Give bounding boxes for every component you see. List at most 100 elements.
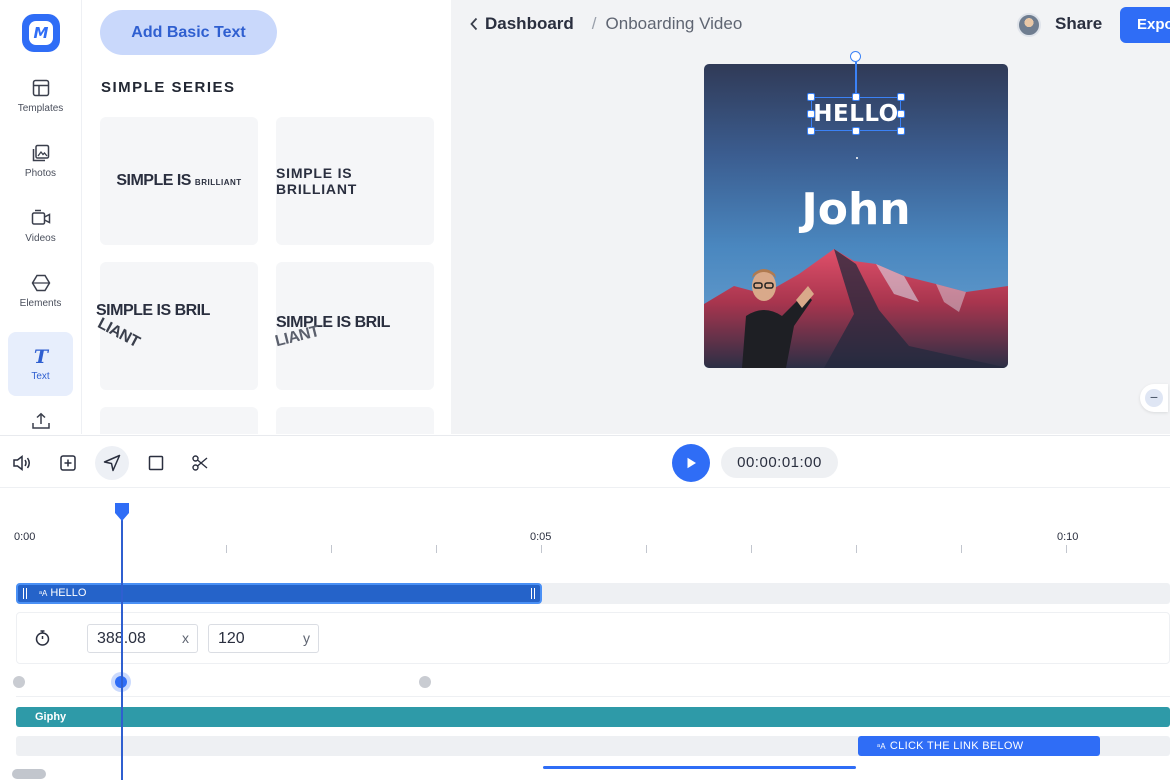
timeline: 0:00 0:05 0:10 ᵃAHELLO 388.08 x 120 y Gi… (0, 489, 1170, 780)
selected-text-box[interactable]: HELLO (807, 93, 905, 135)
avatar[interactable] (1017, 13, 1041, 37)
clip-trim-handle-left[interactable] (23, 588, 27, 599)
tick-mark (1066, 545, 1067, 553)
add-box-icon (60, 455, 76, 471)
rotate-handle[interactable] (850, 51, 861, 62)
headline-text[interactable]: John (704, 184, 1008, 235)
sidebar-item-label: Videos (25, 233, 56, 244)
sidebar-item-label: Photos (24, 168, 57, 179)
sidebar-item-photos[interactable]: Photos (8, 129, 73, 193)
timecode-display: 00:00:01:00 (721, 447, 838, 478)
resize-handle[interactable] (807, 127, 815, 135)
breadcrumb: Dashboard / Onboarding Video (469, 14, 742, 34)
text-clip-icon: ᵃA (39, 589, 48, 598)
sidebar-item-text[interactable]: T Text (8, 332, 73, 396)
clip-label: CLICK THE LINK BELOW (889, 740, 1024, 752)
rotation-line (855, 62, 857, 97)
x-position-input[interactable]: 388.08 x (87, 624, 198, 653)
tick-mark (856, 545, 857, 553)
crop-button[interactable] (141, 448, 171, 478)
tick-mark (646, 545, 647, 553)
upload-icon (31, 412, 51, 430)
chevron-left-icon[interactable] (469, 17, 479, 31)
videos-icon (31, 208, 51, 228)
canvas-dot (856, 157, 858, 159)
resize-handle[interactable] (852, 127, 860, 135)
text-preset-card[interactable]: SIMPLE IS BRILLIANT (276, 117, 434, 245)
sidebar-item-label: Elements (19, 298, 62, 309)
giphy-clip[interactable]: Giphy (16, 707, 1170, 727)
add-track-button[interactable] (53, 448, 83, 478)
scissors-icon (192, 455, 208, 471)
text-preset-card[interactable]: SIMPLE IS BRILLIANT (95, 262, 258, 390)
play-button[interactable] (672, 444, 710, 482)
app-logo[interactable]: M (22, 14, 60, 52)
hello-clip[interactable]: ᵃA HELLO (16, 583, 542, 604)
tick-mark (541, 545, 542, 553)
text-preset-card[interactable]: SIMPLE IS BRILLIANT (274, 262, 434, 390)
section-title: SIMPLE SERIES (101, 79, 236, 96)
split-button[interactable] (185, 448, 215, 478)
text-preset-card[interactable] (276, 407, 434, 434)
text-preset-card[interactable]: SIMPLE IS BRILLIANT (100, 117, 258, 245)
clip-trim-handle-right[interactable] (531, 588, 535, 599)
logo-letter: M (29, 21, 53, 45)
sidebar-item-label: Templates (17, 103, 64, 114)
export-button[interactable]: Expo (1120, 7, 1170, 43)
tick-mark (331, 545, 332, 553)
keyframe-dot[interactable] (13, 676, 25, 688)
zoom-out-button[interactable]: − (1140, 384, 1168, 412)
motion-path-button[interactable] (95, 446, 129, 480)
left-rail: M Templates Photos Videos Elements T Tex… (0, 0, 82, 434)
keyframe-dot[interactable] (419, 676, 431, 688)
add-basic-text-button[interactable]: Add Basic Text (100, 10, 277, 55)
tick-label: 0:05 (530, 531, 552, 543)
resize-handle[interactable] (852, 93, 860, 101)
text-icon: T (31, 346, 51, 366)
play-icon (687, 457, 696, 469)
y-position-input[interactable]: 120 y (208, 624, 319, 653)
sidebar-item-upload[interactable] (8, 398, 73, 434)
project-title[interactable]: Onboarding Video (606, 14, 743, 34)
click-link-clip[interactable]: ᵃA CLICK THE LINK BELOW (858, 736, 1100, 756)
y-axis-label: y (303, 630, 310, 646)
playhead-line (121, 511, 123, 780)
presenter-image (742, 269, 814, 368)
svg-text:T: T (33, 346, 49, 366)
minus-icon: − (1145, 389, 1163, 407)
photos-icon (31, 143, 51, 163)
stopwatch-icon[interactable] (34, 629, 51, 647)
selected-text[interactable]: HELLO (812, 98, 900, 130)
volume-button[interactable] (8, 448, 38, 478)
preset-text: SIMPLE IS BRILLIANT (94, 302, 211, 352)
tick-label: 0:00 (14, 531, 36, 543)
text-preset-card[interactable] (100, 407, 258, 434)
y-value: 120 (218, 630, 245, 647)
tick-mark (961, 545, 962, 553)
playhead-handle[interactable] (114, 502, 130, 522)
tick-mark (436, 545, 437, 553)
preset-text: SIMPLE IS BRILLIANT (116, 172, 242, 189)
tick-mark (226, 545, 227, 553)
text-panel: Add Basic Text SIMPLE SERIES SIMPLE IS B… (83, 0, 451, 434)
dashboard-link[interactable]: Dashboard (485, 14, 574, 34)
x-axis-label: x (182, 630, 189, 646)
resize-handle[interactable] (897, 127, 905, 135)
preset-text: SIMPLE IS BRILLIANT (276, 165, 358, 197)
sidebar-item-templates[interactable]: Templates (8, 64, 73, 128)
resize-handle[interactable] (897, 110, 905, 118)
resize-handle[interactable] (897, 93, 905, 101)
share-button[interactable]: Share (1055, 14, 1102, 34)
scroll-region-indicator (543, 766, 856, 769)
clip-label: HELLO (50, 587, 87, 599)
sidebar-item-label: Text (31, 371, 50, 382)
sidebar-item-elements[interactable]: Elements (8, 259, 73, 323)
resize-handle[interactable] (807, 93, 815, 101)
tick-label: 0:10 (1057, 531, 1079, 543)
elements-icon (31, 273, 51, 293)
timeline-scrollbar[interactable] (12, 769, 46, 779)
resize-handle[interactable] (807, 110, 815, 118)
sidebar-item-videos[interactable]: Videos (8, 194, 73, 258)
text-clip-icon: ᵃA (877, 742, 886, 751)
templates-icon (31, 78, 51, 98)
